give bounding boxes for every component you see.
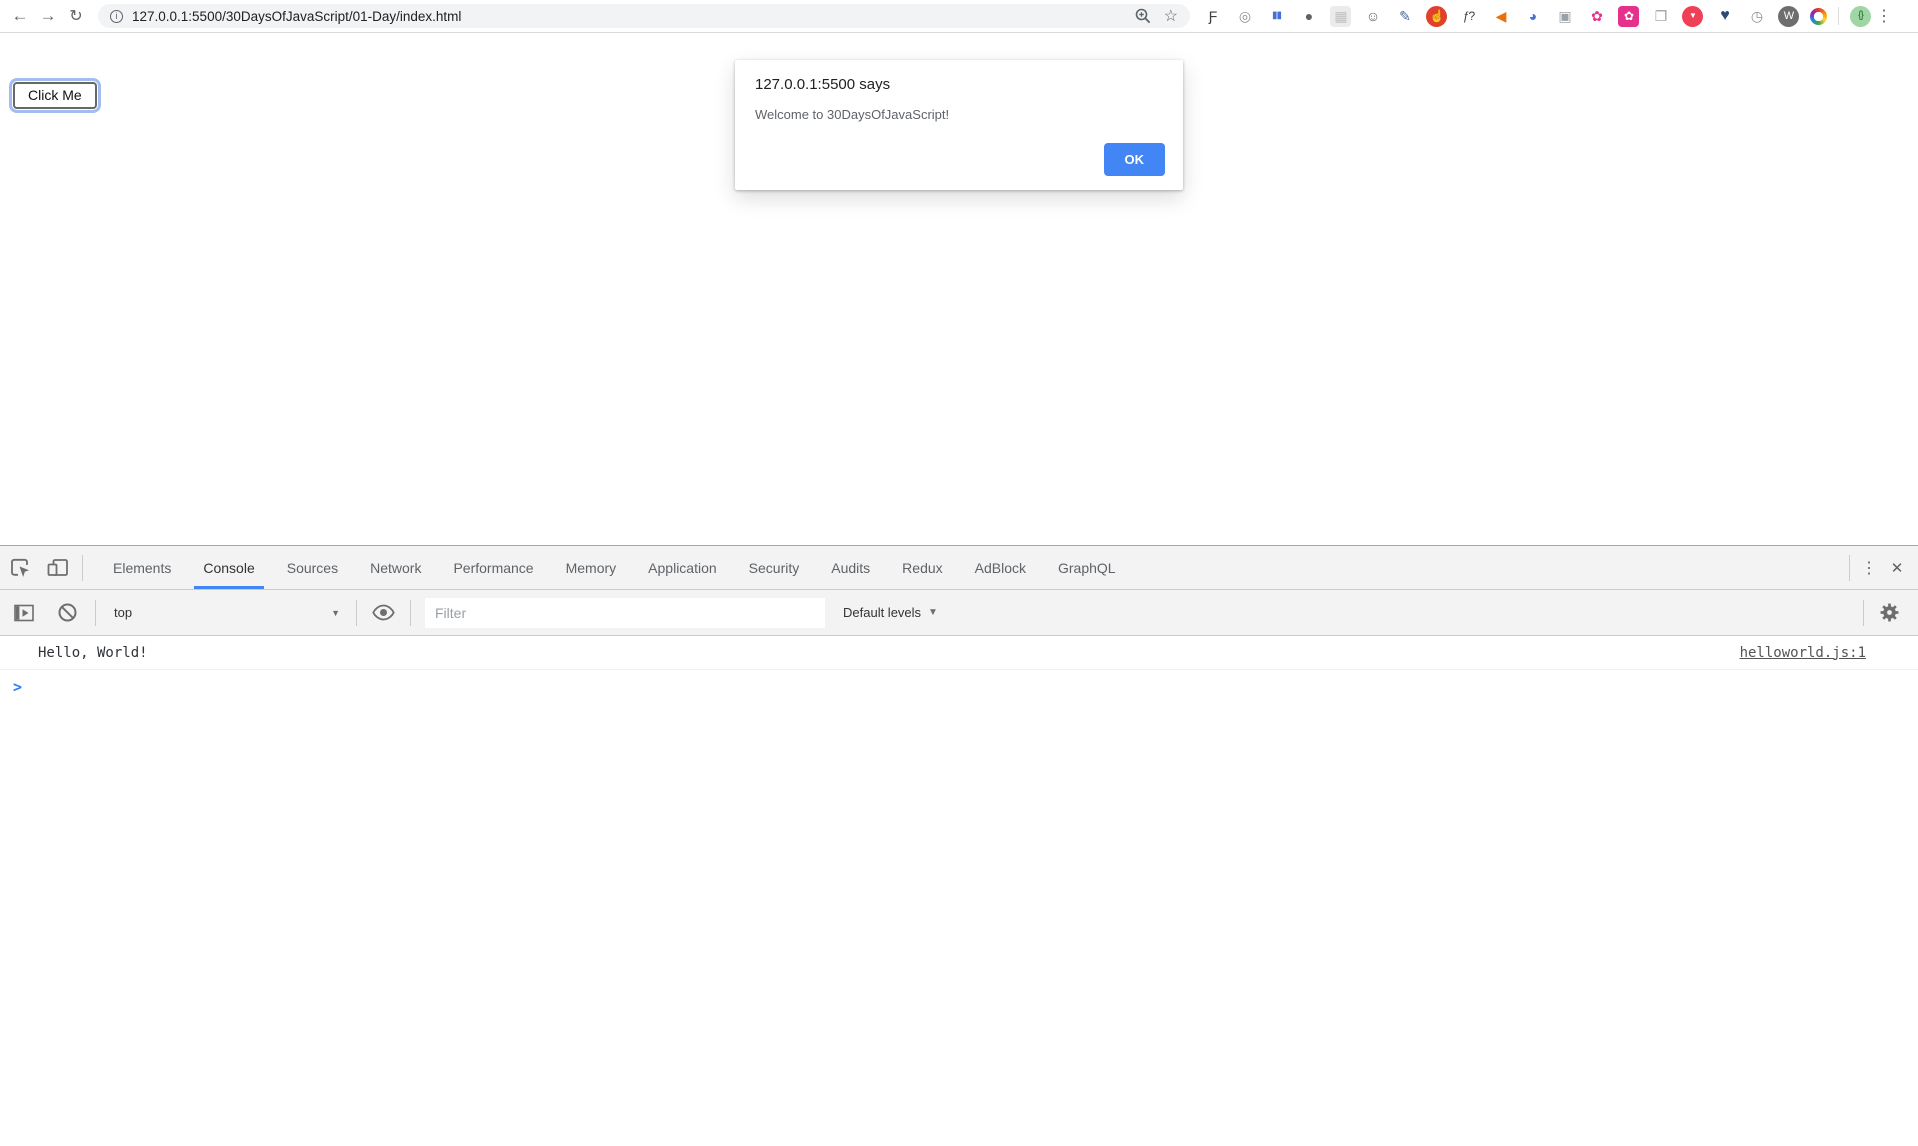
console-prompt[interactable]: > xyxy=(0,670,1918,704)
browser-menu-icon[interactable]: ⋮ xyxy=(1871,6,1897,26)
console-toolbar-separator-1 xyxy=(95,600,96,626)
clear-console-icon[interactable] xyxy=(57,602,78,623)
tag-extension-icon[interactable]: ❐ xyxy=(1650,6,1671,27)
console-output: Hello, World! helloworld.js:1 > xyxy=(0,636,1918,704)
tabbar-right: ⋮ ✕ xyxy=(1843,555,1912,581)
inspect-element-icon[interactable] xyxy=(8,556,31,579)
bug-extension-icon[interactable]: ● xyxy=(1298,6,1319,27)
device-toolbar-icon[interactable] xyxy=(45,556,70,579)
back-icon[interactable]: ← xyxy=(6,2,34,30)
camera-extension-icon[interactable]: ▣ xyxy=(1554,6,1575,27)
console-prompt-chevron-icon: > xyxy=(13,678,22,696)
console-sidebar-icon[interactable] xyxy=(12,602,36,624)
alert-dialog-message: Welcome to 30DaysOfJavaScript! xyxy=(755,107,1163,122)
chevron-down-icon: ▼ xyxy=(331,608,340,618)
tab-sources[interactable]: Sources xyxy=(271,546,354,589)
forward-icon[interactable]: → xyxy=(34,2,62,30)
click-me-button[interactable]: Click Me xyxy=(13,82,97,109)
filter-input[interactable] xyxy=(425,598,825,628)
console-toolbar-separator-3 xyxy=(410,600,411,626)
alert-dialog-title: 127.0.0.1:5500 says xyxy=(755,76,1163,93)
browser-toolbar: ← → ↻ i 127.0.0.1:5500/30DaysOfJavaScrip… xyxy=(0,0,1918,33)
tab-adblock[interactable]: AdBlock xyxy=(959,546,1042,589)
tab-memory[interactable]: Memory xyxy=(550,546,633,589)
tab-redux[interactable]: Redux xyxy=(886,546,958,589)
extension-separator xyxy=(1838,7,1839,25)
url-text[interactable]: 127.0.0.1:5500/30DaysOfJavaScript/01-Day… xyxy=(132,9,461,24)
page-info-icon[interactable]: i xyxy=(110,10,123,23)
devtools-close-icon[interactable]: ✕ xyxy=(1882,559,1912,577)
font-scanner-extension-icon[interactable]: Ƒ xyxy=(1202,6,1223,27)
clock-extension-icon[interactable]: ◷ xyxy=(1746,6,1767,27)
chevron-down-icon: ▼ xyxy=(928,607,938,618)
reload-icon[interactable]: ↻ xyxy=(62,2,90,30)
zoom-magnifier-icon[interactable] xyxy=(1134,7,1152,25)
swirl-circle-extension-icon[interactable]: ◕ xyxy=(1522,6,1543,27)
console-toolbar-separator-2 xyxy=(356,600,357,626)
megaphone-extension-icon[interactable]: ◀ xyxy=(1490,6,1511,27)
bookmark-extension-icon[interactable]: ▼ xyxy=(1682,6,1703,27)
web-page: Click Me 127.0.0.1:5500 says Welcome to … xyxy=(0,33,1918,545)
tab-application[interactable]: Application xyxy=(632,546,733,589)
console-toolbar-separator-4 xyxy=(1863,600,1864,626)
alert-dialog: 127.0.0.1:5500 says Welcome to 30DaysOfJ… xyxy=(735,60,1183,190)
console-source-link[interactable]: helloworld.js:1 xyxy=(1740,645,1866,661)
eyedropper-extension-icon[interactable]: ✎ xyxy=(1394,6,1415,27)
function-question-extension-icon[interactable]: ƒ? xyxy=(1458,6,1479,27)
devtools-tabs: ElementsConsoleSourcesNetworkPerformance… xyxy=(97,546,1132,589)
flower-extension-icon[interactable]: ✿ xyxy=(1586,6,1607,27)
orbit-extension-icon[interactable]: ◎ xyxy=(1234,6,1255,27)
tabbar-separator xyxy=(82,555,83,581)
default-levels-select[interactable]: Default levels ▼ xyxy=(843,605,938,620)
address-bar[interactable]: i 127.0.0.1:5500/30DaysOfJavaScript/01-D… xyxy=(98,4,1190,28)
console-toolbar: top ▼ Default levels ▼ xyxy=(0,590,1918,636)
devtools-panel: ElementsConsoleSourcesNetworkPerformance… xyxy=(0,545,1918,704)
console-log-row: Hello, World! helloworld.js:1 xyxy=(0,636,1918,670)
tab-performance[interactable]: Performance xyxy=(437,546,549,589)
devtools-tabbar: ElementsConsoleSourcesNetworkPerformance… xyxy=(0,546,1918,590)
color-ring-extension-icon[interactable] xyxy=(1810,8,1827,25)
braces-extension-icon[interactable]: {} xyxy=(1850,6,1871,27)
columns-extension-icon[interactable]: ▮▮ xyxy=(1266,6,1287,27)
tab-audits[interactable]: Audits xyxy=(815,546,886,589)
tab-network[interactable]: Network xyxy=(354,546,437,589)
tabbar-right-separator xyxy=(1849,555,1850,581)
w-circle-extension-icon[interactable]: W xyxy=(1778,6,1799,27)
tab-console[interactable]: Console xyxy=(187,546,270,589)
alert-ok-button[interactable]: OK xyxy=(1104,143,1166,176)
gear-square-extension-icon[interactable]: ✿ xyxy=(1618,6,1639,27)
console-context-select[interactable]: top ▼ xyxy=(104,598,350,628)
extensions-row: Ƒ ◎ ▮▮ ● ▦ ☺ ✎ ☝ ƒ? ◀ ◕ ▣ ✿ ✿ ❐ ▼ ♥ ◷ W {} xyxy=(1202,6,1871,27)
smiley-extension-icon[interactable]: ☺ xyxy=(1362,6,1383,27)
tab-elements[interactable]: Elements xyxy=(97,546,187,589)
heart-search-extension-icon[interactable]: ♥ xyxy=(1714,6,1735,27)
live-expression-eye-icon[interactable] xyxy=(372,604,395,621)
console-log-message: Hello, World! xyxy=(38,645,148,661)
settings-gear-icon[interactable] xyxy=(1879,602,1900,623)
stop-hand-extension-icon[interactable]: ☝ xyxy=(1426,6,1447,27)
disabled-grid-extension-icon[interactable]: ▦ xyxy=(1330,6,1351,27)
console-context-label: top xyxy=(114,605,132,620)
tab-graphql[interactable]: GraphQL xyxy=(1042,546,1132,589)
devtools-menu-icon[interactable]: ⋮ xyxy=(1856,558,1882,578)
bookmark-star-icon[interactable]: ☆ xyxy=(1164,6,1178,26)
default-levels-label: Default levels xyxy=(843,605,921,620)
tab-security[interactable]: Security xyxy=(733,546,816,589)
